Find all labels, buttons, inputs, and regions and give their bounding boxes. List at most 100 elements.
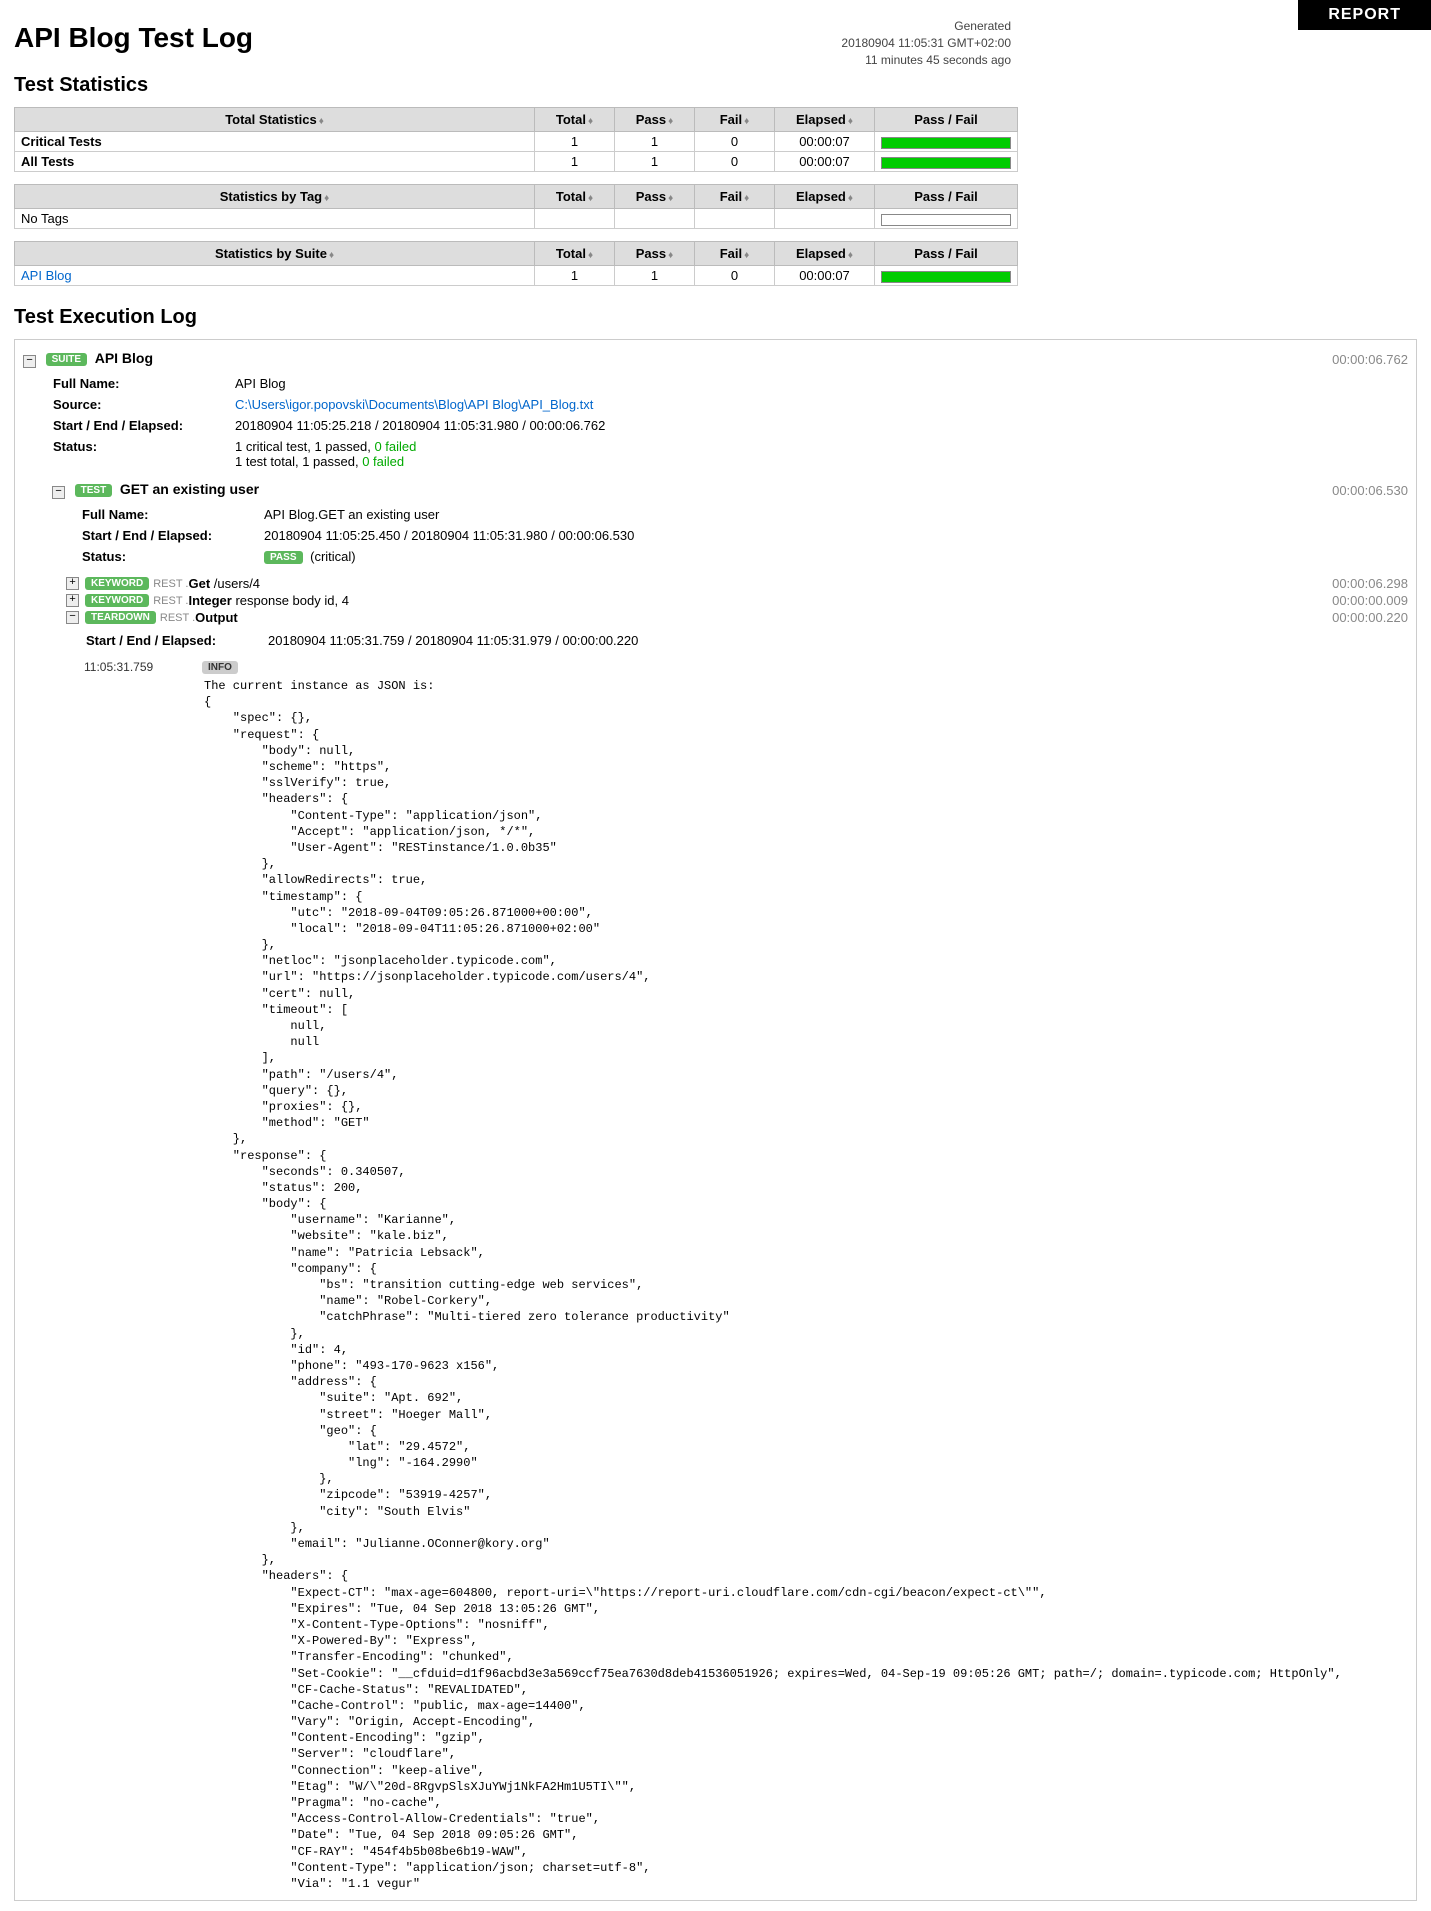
suite-link[interactable]: API Blog	[21, 268, 72, 283]
col-elapsed[interactable]: Elapsed♦	[775, 242, 875, 266]
status-value: 1 critical test, 1 passed, 0 failed 1 te…	[235, 437, 605, 471]
test-elapsed: 00:00:06.530	[1332, 483, 1408, 498]
see-label: Start / End / Elapsed:	[53, 416, 233, 435]
keyword-lib: REST .	[153, 595, 188, 607]
keyword-elapsed: 00:00:00.009	[1332, 593, 1408, 608]
col-total-stats[interactable]: Total Statistics♦	[15, 108, 535, 132]
col-pass[interactable]: Pass♦	[615, 242, 695, 266]
col-total[interactable]: Total♦	[535, 185, 615, 209]
status-label: Status:	[53, 437, 233, 471]
stat-total: 1	[535, 132, 615, 152]
table-row: All Tests 1 1 0 00:00:07	[15, 152, 1018, 172]
test-meta: Full Name:API Blog.GET an existing user …	[80, 503, 636, 568]
keyword-args: response body id, 4	[235, 593, 348, 608]
col-elapsed[interactable]: Elapsed♦	[775, 185, 875, 209]
see-value: 20180904 11:05:25.450 / 20180904 11:05:3…	[264, 526, 634, 545]
teardown-elapsed: 00:00:00.220	[1332, 610, 1408, 625]
suite-name: API Blog	[95, 350, 153, 366]
full-name-value: API Blog	[235, 374, 605, 393]
keyword-elapsed: 00:00:06.298	[1332, 576, 1408, 591]
keyword-badge: KEYWORD	[85, 594, 149, 607]
exec-log-container: − SUITE API Blog 00:00:06.762 Full Name:…	[14, 339, 1417, 1901]
full-name-label: Full Name:	[53, 374, 233, 393]
status-value: PASS (critical)	[264, 547, 634, 566]
stat-total	[535, 209, 615, 229]
stat-fail: 0	[695, 266, 775, 286]
teardown-name: Output	[195, 610, 238, 625]
see-value: 20180904 11:05:31.759 / 20180904 11:05:3…	[268, 631, 638, 650]
col-total[interactable]: Total♦	[535, 108, 615, 132]
page-title: API Blog Test Log	[14, 22, 1417, 54]
stat-pass: 1	[615, 152, 695, 172]
tag-stats-table: Statistics by Tag♦ Total♦ Pass♦ Fail♦ El…	[14, 184, 1018, 229]
collapse-icon[interactable]: −	[52, 486, 65, 499]
full-name-label: Full Name:	[82, 505, 262, 524]
stat-name[interactable]: Critical Tests	[15, 132, 535, 152]
pass-badge: PASS	[264, 551, 303, 564]
stat-name[interactable]: All Tests	[15, 152, 535, 172]
col-pass[interactable]: Pass♦	[615, 108, 695, 132]
test-header[interactable]: − TEST GET an existing user 00:00:06.530	[52, 481, 1408, 499]
table-row: API Blog 1 1 0 00:00:07	[15, 266, 1018, 286]
table-row: No Tags	[15, 209, 1018, 229]
col-elapsed[interactable]: Elapsed♦	[775, 108, 875, 132]
keyword-row[interactable]: + KEYWORD REST . Integer response body i…	[66, 593, 1408, 608]
expand-icon[interactable]: +	[66, 594, 79, 607]
expand-icon[interactable]: +	[66, 577, 79, 590]
col-passfail: Pass / Fail	[875, 242, 1018, 266]
source-link[interactable]: C:\Users\igor.popovski\Documents\Blog\AP…	[235, 397, 593, 412]
stat-total: 1	[535, 152, 615, 172]
stat-bar	[875, 266, 1018, 286]
suite-header[interactable]: − SUITE API Blog 00:00:06.762	[23, 350, 1408, 368]
keyword-badge: KEYWORD	[85, 577, 149, 590]
keyword-lib: REST .	[153, 578, 188, 590]
teardown-meta: Start / End / Elapsed:20180904 11:05:31.…	[84, 629, 640, 652]
teardown-row[interactable]: − TEARDOWN REST . Output 00:00:00.220	[66, 610, 1408, 625]
stat-name[interactable]: API Blog	[15, 266, 535, 286]
suite-badge: SUITE	[46, 353, 87, 366]
source-label: Source:	[53, 395, 233, 414]
exec-heading: Test Execution Log	[14, 306, 1417, 329]
suite-elapsed: 00:00:06.762	[1332, 352, 1408, 367]
generated-label: Generated	[841, 18, 1011, 35]
total-stats-table: Total Statistics♦ Total♦ Pass♦ Fail♦ Ela…	[14, 107, 1018, 172]
stat-elapsed: 00:00:07	[775, 266, 875, 286]
teardown-badge: TEARDOWN	[85, 611, 156, 624]
output-timestamp: 11:05:31.759	[84, 660, 194, 674]
collapse-icon[interactable]: −	[66, 611, 79, 624]
generated-datetime: 20180904 11:05:31 GMT+02:00	[841, 35, 1011, 52]
col-fail[interactable]: Fail♦	[695, 108, 775, 132]
report-button[interactable]: REPORT	[1298, 0, 1431, 30]
stat-bar	[875, 209, 1018, 229]
stat-fail: 0	[695, 152, 775, 172]
stat-elapsed: 00:00:07	[775, 132, 875, 152]
test-badge: TEST	[75, 484, 113, 497]
col-pass[interactable]: Pass♦	[615, 185, 695, 209]
see-label: Start / End / Elapsed:	[82, 526, 262, 545]
generated-info: Generated 20180904 11:05:31 GMT+02:00 11…	[841, 18, 1011, 68]
collapse-icon[interactable]: −	[23, 355, 36, 368]
test-name: GET an existing user	[120, 481, 259, 497]
stat-elapsed: 00:00:07	[775, 152, 875, 172]
stat-bar	[875, 152, 1018, 172]
col-tag-stats[interactable]: Statistics by Tag♦	[15, 185, 535, 209]
col-total[interactable]: Total♦	[535, 242, 615, 266]
stat-pass	[615, 209, 695, 229]
keyword-row[interactable]: + KEYWORD REST . Get /users/4 00:00:06.2…	[66, 576, 1408, 591]
suite-stats-table: Statistics by Suite♦ Total♦ Pass♦ Fail♦ …	[14, 241, 1018, 286]
stat-bar	[875, 132, 1018, 152]
stat-fail	[695, 209, 775, 229]
stats-heading: Test Statistics	[14, 74, 1417, 97]
see-value: 20180904 11:05:25.218 / 20180904 11:05:3…	[235, 416, 605, 435]
stat-total: 1	[535, 266, 615, 286]
col-fail[interactable]: Fail♦	[695, 242, 775, 266]
generated-ago: 11 minutes 45 seconds ago	[841, 52, 1011, 69]
status-label: Status:	[82, 547, 262, 566]
col-suite-stats[interactable]: Statistics by Suite♦	[15, 242, 535, 266]
stat-elapsed	[775, 209, 875, 229]
full-name-value: API Blog.GET an existing user	[264, 505, 634, 524]
keyword-args: /users/4	[214, 576, 260, 591]
col-passfail: Pass / Fail	[875, 108, 1018, 132]
col-fail[interactable]: Fail♦	[695, 185, 775, 209]
table-row: Critical Tests 1 1 0 00:00:07	[15, 132, 1018, 152]
